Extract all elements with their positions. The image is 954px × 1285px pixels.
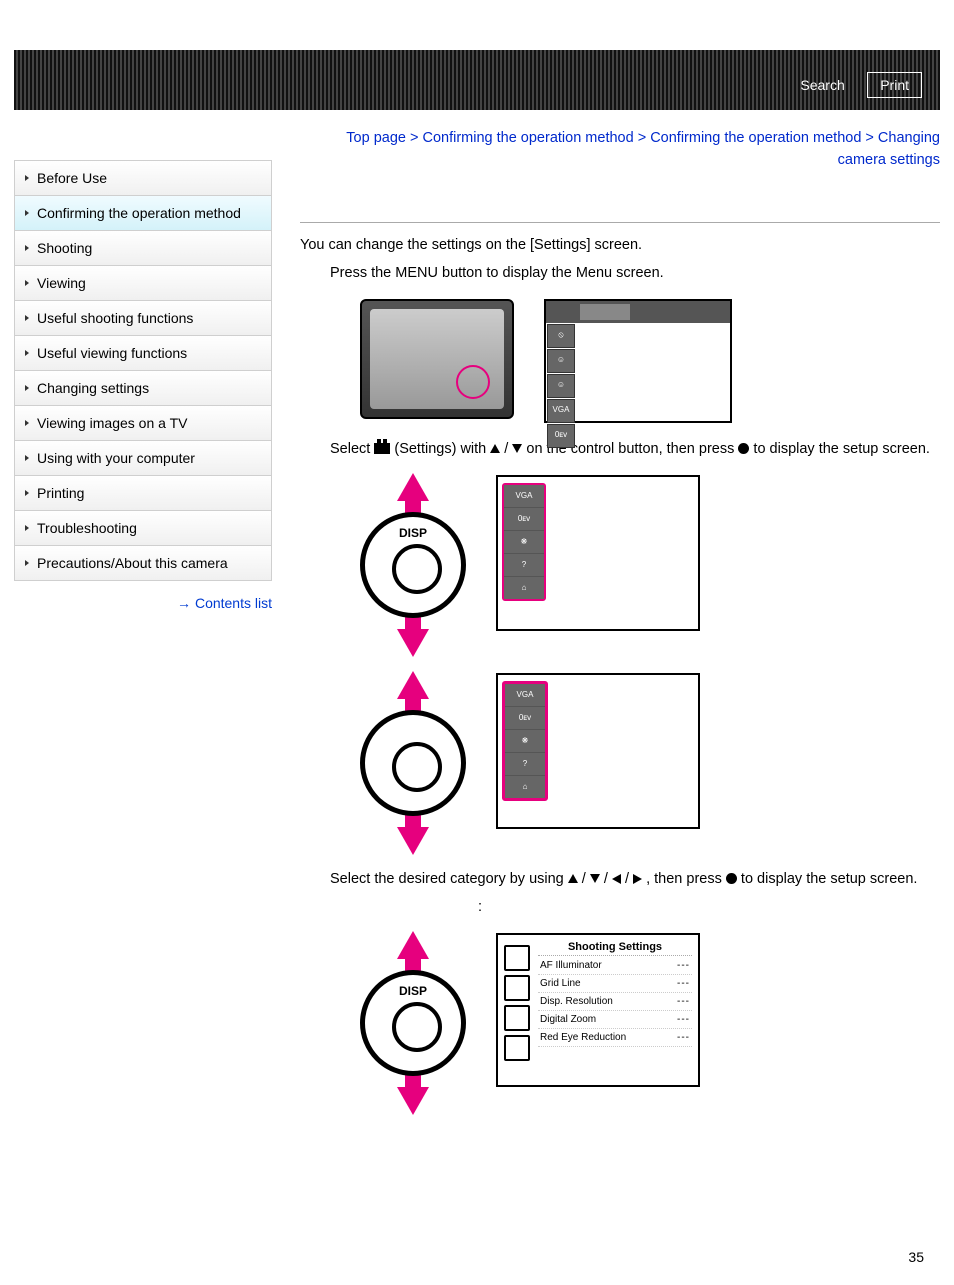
settings-icon xyxy=(374,443,390,454)
nav-shooting[interactable]: Shooting xyxy=(14,231,272,266)
shooting-settings-illustration: Shooting Settings AF Illuminator--- Grid… xyxy=(496,933,700,1087)
camera-illustration xyxy=(360,299,514,419)
bc-2[interactable]: Confirming the operation method xyxy=(650,130,861,146)
control-updown-illustration-3: DISP xyxy=(360,933,466,1113)
up-icon xyxy=(490,444,500,453)
step1-text: Press the MENU button to display the Men… xyxy=(330,265,940,281)
page-number: 35 xyxy=(908,1249,924,1265)
center-button-icon xyxy=(738,443,749,454)
search-button[interactable]: Search xyxy=(788,73,856,97)
sidebar-nav: Before Use Confirming the operation meth… xyxy=(14,160,272,1131)
right-icon xyxy=(633,874,642,884)
intro-text: You can change the settings on the [Sett… xyxy=(300,237,940,253)
menu-stack-illustration: VGA0ᴇᴠ❋?⌂ xyxy=(496,475,700,631)
down-icon xyxy=(512,444,522,453)
nav-confirming-operation[interactable]: Confirming the operation method xyxy=(14,196,272,231)
left-icon xyxy=(612,874,621,884)
nav-changing-settings[interactable]: Changing settings xyxy=(14,371,272,406)
header-band: Search Print xyxy=(14,50,940,110)
up-icon xyxy=(568,874,578,883)
menu-screen-illustration: ⦸☺☺VGA0ᴇᴠ xyxy=(544,299,732,423)
contents-list-link[interactable]: →Contents list xyxy=(14,595,272,611)
step3-text: Select the desired category by using / /… xyxy=(330,871,940,887)
main-content: Top page > Confirming the operation meth… xyxy=(272,110,940,1131)
nav-useful-viewing[interactable]: Useful viewing functions xyxy=(14,336,272,371)
down-icon xyxy=(590,874,600,883)
nav-precautions[interactable]: Precautions/About this camera xyxy=(14,546,272,581)
colon-text: : xyxy=(380,899,580,915)
nav-printing[interactable]: Printing xyxy=(14,476,272,511)
control-updown-illustration-2 xyxy=(360,673,466,853)
print-button[interactable]: Print xyxy=(867,72,922,98)
divider xyxy=(300,222,940,223)
nav-viewing[interactable]: Viewing xyxy=(14,266,272,301)
nav-viewing-tv[interactable]: Viewing images on a TV xyxy=(14,406,272,441)
bc-1[interactable]: Confirming the operation method xyxy=(422,130,633,146)
nav-using-computer[interactable]: Using with your computer xyxy=(14,441,272,476)
arrow-right-icon: → xyxy=(177,595,191,611)
step2-text: Select (Settings) with / on the control … xyxy=(330,441,940,457)
nav-before-use[interactable]: Before Use xyxy=(14,160,272,196)
menu-stack-highlight-illustration: VGA0ᴇᴠ❋?⌂ xyxy=(496,673,700,829)
breadcrumb: Top page > Confirming the operation meth… xyxy=(300,128,940,172)
bc-top[interactable]: Top page xyxy=(346,130,406,146)
center-button-icon xyxy=(726,873,737,884)
nav-useful-shooting[interactable]: Useful shooting functions xyxy=(14,301,272,336)
nav-troubleshooting[interactable]: Troubleshooting xyxy=(14,511,272,546)
control-updown-illustration: DISP xyxy=(360,475,466,655)
